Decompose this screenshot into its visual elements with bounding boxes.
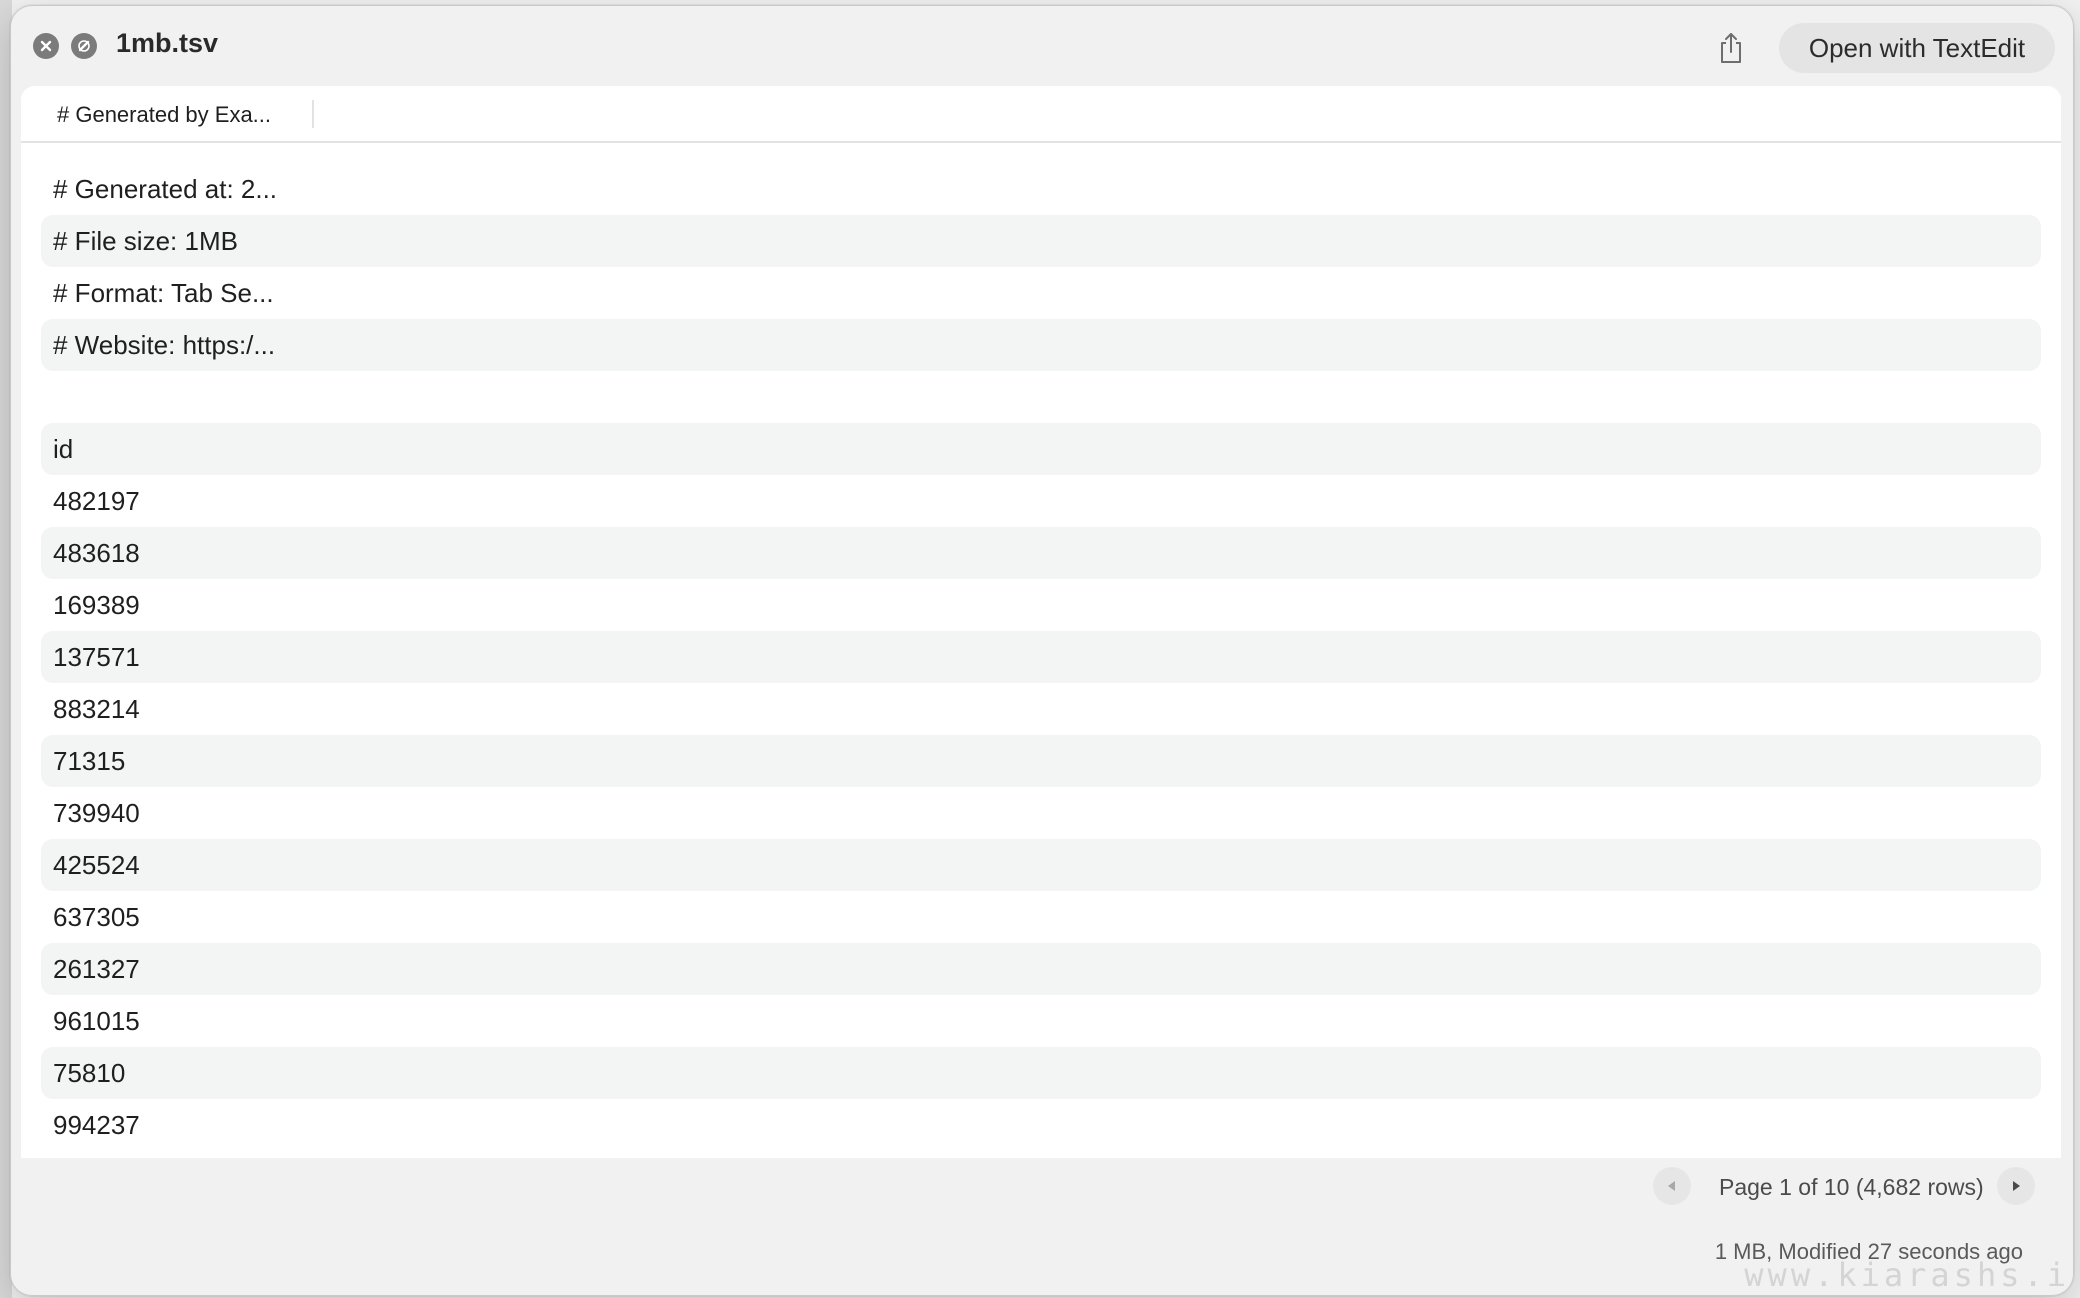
close-button[interactable] <box>33 33 59 59</box>
window-title: 1mb.tsv <box>116 28 219 58</box>
table-row <box>41 371 2041 423</box>
page-indicator: Page 1 of 10 (4,682 rows) <box>1719 1174 1984 1200</box>
table-row: 637305 <box>53 902 140 932</box>
table-row: 71315 <box>41 735 2041 787</box>
title-bar: 1mb.tsv Open with TextEdit <box>11 6 2073 86</box>
table-row: 883214 <box>53 694 140 724</box>
table-row: 261327 <box>41 943 2041 995</box>
column-tab[interactable]: # Generated by Exa... <box>57 102 271 128</box>
column-divider[interactable] <box>312 100 314 128</box>
quick-look-window: 1mb.tsv Open with TextEdit # Generated b… <box>10 5 2074 1296</box>
chevron-right-icon <box>2013 1181 2020 1191</box>
table-row: 75810 <box>41 1047 2041 1099</box>
table-row: # File size: 1MB <box>41 215 2041 267</box>
table-row: # Generated at: 2... <box>53 174 278 204</box>
table-row: 483618 <box>41 527 2041 579</box>
table-row: 482197 <box>53 486 140 516</box>
share-icon <box>1721 33 1741 63</box>
desktop-background: 1mb.tsv Open with TextEdit # Generated b… <box>0 0 2080 1298</box>
open-with-textedit-button[interactable]: Open with TextEdit <box>1779 23 2055 73</box>
table-row: 169389 <box>53 590 140 620</box>
next-page-button[interactable] <box>1997 1167 2035 1205</box>
rows-list: # Generated at: 2... # File size: 1MB # … <box>41 163 2041 1151</box>
table-row: 994237 <box>53 1110 140 1140</box>
table-row: # Website: https:/... <box>41 319 2041 371</box>
table-row: 961015 <box>53 1006 140 1036</box>
column-header-bar: # Generated by Exa... <box>21 86 2061 143</box>
table-row: # Format: Tab Se... <box>53 278 274 308</box>
tsv-preview: # Generated by Exa... # Generated at: 2.… <box>21 86 2061 1158</box>
table-row: 137571 <box>41 631 2041 683</box>
watermark: www.kiarashs.i <box>1744 1256 2070 1294</box>
markup-button[interactable] <box>71 33 97 59</box>
table-row: 425524 <box>41 839 2041 891</box>
previous-page-button[interactable] <box>1653 1167 1691 1205</box>
close-icon <box>40 40 52 52</box>
chevron-left-icon <box>1668 1181 1675 1191</box>
table-row: id <box>41 423 2041 475</box>
markup-icon <box>78 40 90 52</box>
share-button[interactable] <box>1711 28 1751 68</box>
table-row: 739940 <box>53 798 140 828</box>
